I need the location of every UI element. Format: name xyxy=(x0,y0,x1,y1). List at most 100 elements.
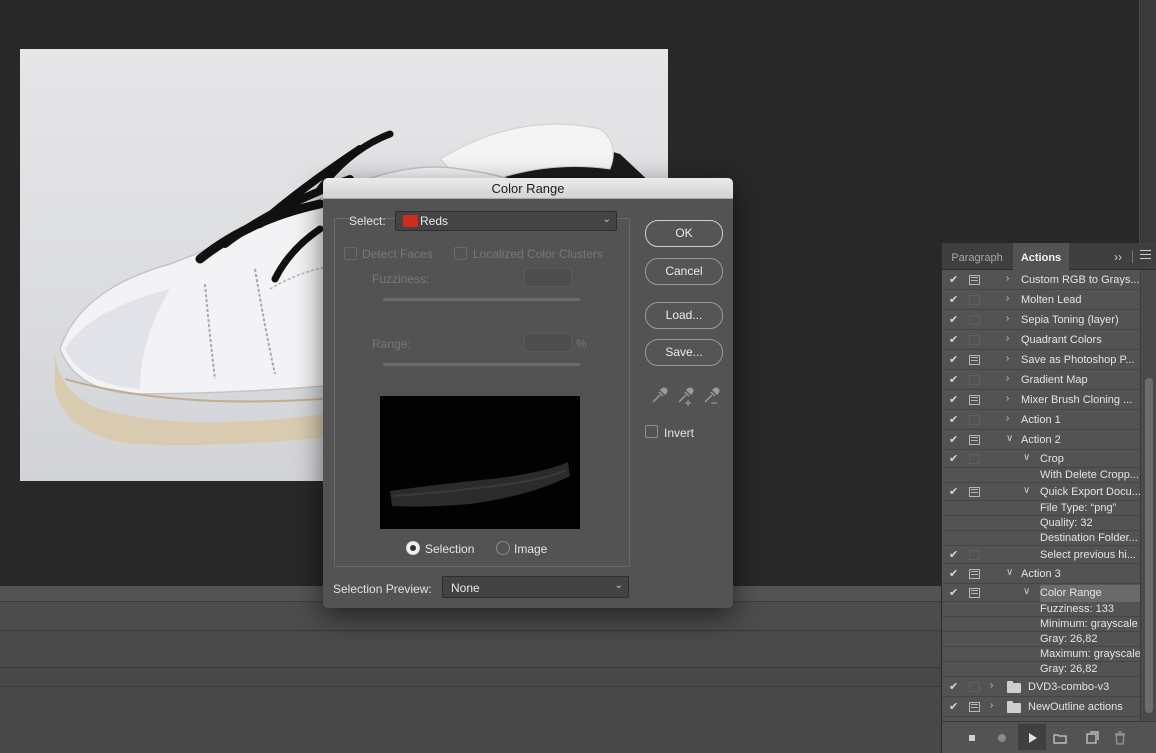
double-chevron-right-icon[interactable]: ›› xyxy=(1114,250,1122,264)
actions-scrollbar-thumb[interactable] xyxy=(1145,378,1153,713)
select-dropdown[interactable]: Reds ⌄ xyxy=(395,211,617,231)
action-detail-row[interactable]: Fuzziness: 133 xyxy=(942,602,1140,617)
tab-actions[interactable]: Actions xyxy=(1013,243,1069,271)
toggle-dialog-icon[interactable] xyxy=(969,682,980,692)
chevron-right-icon[interactable]: › xyxy=(1006,353,1016,364)
chevron-down-icon[interactable]: ∨ xyxy=(1023,452,1033,463)
toggle-dialog-icon[interactable] xyxy=(969,569,980,579)
hamburger-menu-icon[interactable] xyxy=(1140,250,1151,261)
toggle-dialog-icon[interactable] xyxy=(969,355,980,365)
selection-preview-dropdown[interactable]: None ⌄ xyxy=(442,576,629,598)
fuzziness-field[interactable] xyxy=(524,268,572,287)
toggle-item-check-icon[interactable]: ✔ xyxy=(949,485,961,498)
chevron-right-icon[interactable]: › xyxy=(990,680,1000,691)
toggle-item-check-icon[interactable]: ✔ xyxy=(949,273,961,286)
eyedropper-add-icon[interactable] xyxy=(675,386,695,406)
dialog-title[interactable]: Color Range xyxy=(323,178,733,199)
action-detail-row[interactable]: File Type: “png” xyxy=(942,501,1140,516)
toggle-item-check-icon[interactable]: ✔ xyxy=(949,393,961,406)
action-set-row[interactable]: ✔ › NewOutline actions xyxy=(942,697,1140,717)
toggle-item-check-icon[interactable]: ✔ xyxy=(949,680,961,693)
range-slider[interactable] xyxy=(383,363,580,366)
action-detail-row[interactable]: Minimum: grayscale xyxy=(942,617,1140,632)
action-set-row[interactable]: ✔ › DVD3-combo-v3 xyxy=(942,677,1140,697)
actions-scrollbar[interactable] xyxy=(1140,270,1156,721)
localized-clusters-checkbox[interactable] xyxy=(454,247,467,260)
toggle-dialog-icon[interactable] xyxy=(969,275,980,285)
chevron-right-icon[interactable]: › xyxy=(990,700,1000,711)
chevron-right-icon[interactable]: › xyxy=(1006,413,1016,424)
selection-preview-thumbnail[interactable] xyxy=(380,396,580,529)
action-row[interactable]: ✔ › Quadrant Colors xyxy=(942,330,1140,350)
action-detail-row[interactable]: Gray: 26,82 xyxy=(942,662,1140,677)
toggle-dialog-icon[interactable] xyxy=(969,487,980,497)
toggle-dialog-icon[interactable] xyxy=(969,588,980,598)
stop-icon[interactable] xyxy=(964,730,980,746)
action-row[interactable]: ✔ Select previous hi... xyxy=(942,546,1140,564)
toggle-dialog-icon[interactable] xyxy=(969,315,980,325)
ok-button[interactable]: OK xyxy=(645,220,723,247)
action-row[interactable]: ✔ › Custom RGB to Grays... xyxy=(942,270,1140,290)
chevron-down-icon[interactable]: ∨ xyxy=(1006,433,1016,444)
eyedropper-icon[interactable] xyxy=(649,386,669,406)
image-radio[interactable] xyxy=(496,541,510,555)
action-row[interactable]: ✔ › Gradient Map xyxy=(942,370,1140,390)
chevron-right-icon[interactable]: › xyxy=(1006,393,1016,404)
action-row[interactable]: ✔ ∨ Quick Export Docu... xyxy=(942,483,1140,501)
toggle-dialog-icon[interactable] xyxy=(969,415,980,425)
chevron-right-icon[interactable]: › xyxy=(1006,373,1016,384)
save-button[interactable]: Save... xyxy=(645,339,723,366)
cancel-button[interactable]: Cancel xyxy=(645,258,723,285)
range-field[interactable] xyxy=(524,333,572,352)
toggle-dialog-icon[interactable] xyxy=(969,550,980,560)
chevron-down-icon[interactable]: ∨ xyxy=(1023,586,1033,597)
toggle-dialog-icon[interactable] xyxy=(969,295,980,305)
toggle-dialog-icon[interactable] xyxy=(969,435,980,445)
action-row[interactable]: ✔ › Action 1 xyxy=(942,410,1140,430)
fuzziness-slider[interactable] xyxy=(383,298,580,301)
toggle-dialog-icon[interactable] xyxy=(969,335,980,345)
trash-icon[interactable] xyxy=(1112,730,1128,746)
invert-checkbox[interactable] xyxy=(645,425,658,438)
toggle-item-check-icon[interactable]: ✔ xyxy=(949,700,961,713)
chevron-right-icon[interactable]: › xyxy=(1006,333,1016,344)
toggle-item-check-icon[interactable]: ✔ xyxy=(949,333,961,346)
action-row[interactable]: ✔ ∨ Action 2 xyxy=(942,430,1140,450)
chevron-right-icon[interactable]: › xyxy=(1006,293,1016,304)
record-icon[interactable] xyxy=(994,730,1010,746)
toggle-item-check-icon[interactable]: ✔ xyxy=(949,293,961,306)
eyedropper-subtract-icon[interactable] xyxy=(701,386,721,406)
toggle-item-check-icon[interactable]: ✔ xyxy=(949,452,961,465)
action-row[interactable]: ✔ › Save as Photoshop P... xyxy=(942,350,1140,370)
toggle-item-check-icon[interactable]: ✔ xyxy=(949,353,961,366)
chevron-down-icon[interactable]: ∨ xyxy=(1006,567,1016,578)
load-button[interactable]: Load... xyxy=(645,302,723,329)
action-detail-row[interactable]: With Delete Cropp... xyxy=(942,468,1140,483)
new-set-folder-icon[interactable] xyxy=(1052,730,1068,746)
toggle-dialog-icon[interactable] xyxy=(969,395,980,405)
action-detail-row[interactable]: Maximum: grayscale xyxy=(942,647,1140,662)
toggle-item-check-icon[interactable]: ✔ xyxy=(949,373,961,386)
toggle-dialog-icon[interactable] xyxy=(969,702,980,712)
new-action-icon[interactable] xyxy=(1084,730,1100,746)
action-row[interactable]: ✔ ∨ Color Range xyxy=(942,584,1140,602)
action-detail-row[interactable]: Destination Folder... xyxy=(942,531,1140,546)
workspace-scrollbar[interactable] xyxy=(1139,0,1156,243)
play-icon[interactable] xyxy=(1024,730,1040,746)
toggle-item-check-icon[interactable]: ✔ xyxy=(949,413,961,426)
action-row[interactable]: ✔ ∨ Crop xyxy=(942,450,1140,468)
chevron-right-icon[interactable]: › xyxy=(1006,313,1016,324)
action-detail-row[interactable]: Gray: 26,82 xyxy=(942,632,1140,647)
action-row[interactable]: ✔ › Sepia Toning (layer) xyxy=(942,310,1140,330)
action-row[interactable]: ✔ › Mixer Brush Cloning ... xyxy=(942,390,1140,410)
toggle-item-check-icon[interactable]: ✔ xyxy=(949,567,961,580)
toggle-dialog-icon[interactable] xyxy=(969,454,980,464)
toggle-item-check-icon[interactable]: ✔ xyxy=(949,586,961,599)
detect-faces-checkbox[interactable] xyxy=(344,247,357,260)
action-row[interactable]: ✔ ∨ Action 3 xyxy=(942,564,1140,584)
toggle-item-check-icon[interactable]: ✔ xyxy=(949,548,961,561)
action-detail-row[interactable]: Quality: 32 xyxy=(942,516,1140,531)
toggle-dialog-icon[interactable] xyxy=(969,375,980,385)
chevron-down-icon[interactable]: ∨ xyxy=(1023,485,1033,496)
chevron-right-icon[interactable]: › xyxy=(1006,273,1016,284)
